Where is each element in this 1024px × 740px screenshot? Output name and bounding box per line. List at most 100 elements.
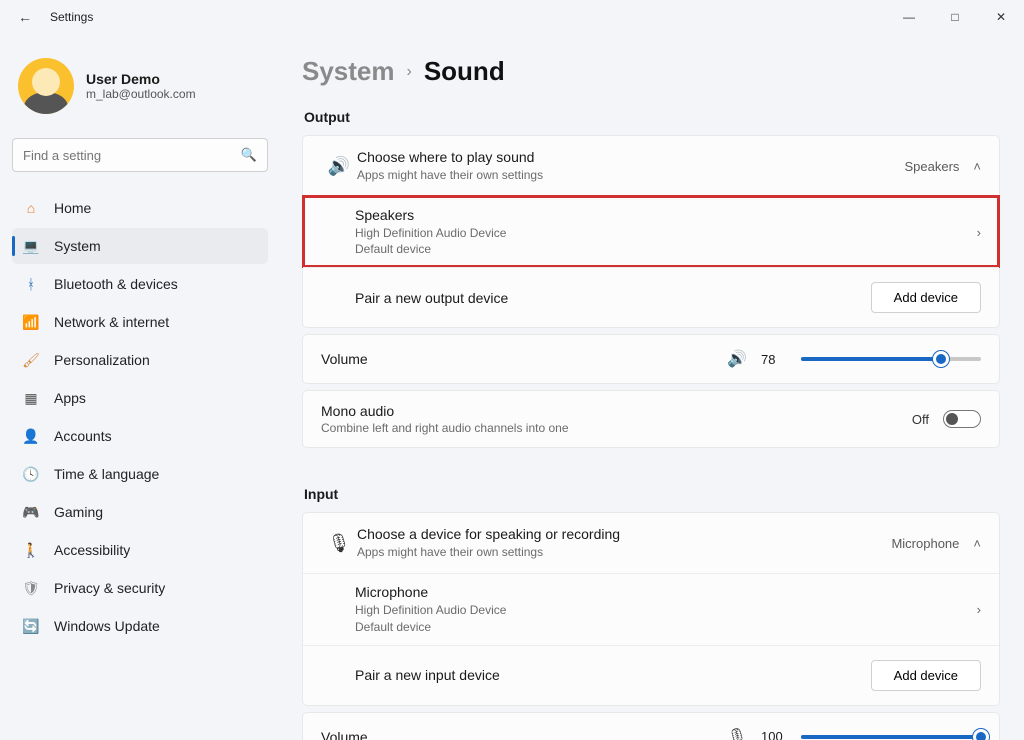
sidebar-item-system[interactable]: 💻 System [12, 228, 268, 264]
output-volume-slider[interactable] [801, 357, 981, 361]
row-sub: Combine left and right audio channels in… [321, 421, 898, 435]
user-profile[interactable]: User Demo m_lab@outlook.com [12, 52, 268, 120]
chevron-right-icon: › [977, 602, 981, 617]
input-current-value: Microphone [891, 536, 959, 551]
input-card: 🎙 Choose a device for speaking or record… [302, 512, 1000, 705]
breadcrumb-parent[interactable]: System [302, 56, 395, 87]
nav-label: Bluetooth & devices [54, 276, 178, 292]
person-icon: 👤 [22, 428, 40, 445]
system-icon: 💻 [22, 238, 40, 255]
sidebar-item-time-language[interactable]: 🕓 Time & language [12, 456, 268, 492]
nav-label: Privacy & security [54, 580, 165, 596]
window-title: Settings [50, 10, 93, 24]
sidebar-item-network[interactable]: 📶 Network & internet [12, 304, 268, 340]
nav-label: Windows Update [54, 618, 160, 634]
user-name: User Demo [86, 71, 196, 87]
nav-label: Accessibility [54, 542, 130, 558]
pair-output-row: Pair a new output device Add device [303, 267, 999, 327]
maximize-button[interactable]: □ [932, 0, 978, 34]
titlebar: ← Settings — □ ✕ [0, 0, 1024, 34]
speaker-icon: 🔊 [321, 156, 357, 177]
output-card: 🔊 Choose where to play sound Apps might … [302, 135, 1000, 328]
sidebar-item-bluetooth[interactable]: ᚼ Bluetooth & devices [12, 266, 268, 302]
main-content: System › Sound Output 🔊 Choose where to … [280, 34, 1024, 740]
speakers-device-row[interactable]: Speakers High Definition Audio DeviceDef… [303, 196, 999, 267]
speaker-icon[interactable]: 🔊 [727, 349, 747, 369]
sidebar-item-accounts[interactable]: 👤 Accounts [12, 418, 268, 454]
minimize-button[interactable]: — [886, 0, 932, 34]
avatar [18, 58, 74, 114]
home-icon: ⌂ [22, 200, 40, 216]
shield-icon: 🛡 [22, 580, 40, 597]
row-title: Choose where to play sound [357, 149, 904, 165]
nav-label: Home [54, 200, 91, 216]
row-sub: High Definition Audio DeviceDefault devi… [355, 602, 977, 634]
breadcrumb: System › Sound [302, 56, 1000, 87]
row-title: Choose a device for speaking or recordin… [357, 526, 891, 542]
sidebar-item-home[interactable]: ⌂ Home [12, 190, 268, 226]
chevron-up-icon: ˄ [973, 536, 981, 551]
wifi-icon: 📶 [22, 314, 40, 331]
sidebar-item-windows-update[interactable]: 🔄Windows Update [12, 608, 268, 644]
output-volume-card: Volume 🔊 78 [302, 334, 1000, 384]
close-button[interactable]: ✕ [978, 0, 1024, 34]
row-title: Pair a new input device [355, 667, 871, 683]
chevron-up-icon: ˄ [973, 159, 981, 174]
volume-label: Volume [321, 729, 713, 740]
sidebar-item-personalization[interactable]: 🖌 Personalization [12, 342, 268, 378]
chevron-right-icon: › [977, 225, 981, 240]
row-sub: High Definition Audio DeviceDefault devi… [355, 225, 977, 257]
nav-label: System [54, 238, 101, 254]
add-output-device-button[interactable]: Add device [871, 282, 981, 313]
back-button[interactable]: ← [10, 9, 40, 25]
toggle-state-label: Off [912, 412, 929, 427]
mono-audio-toggle[interactable] [943, 410, 981, 428]
row-title: Pair a new output device [355, 290, 871, 306]
volume-label: Volume [321, 351, 713, 367]
search-input[interactable] [23, 148, 241, 163]
choose-input-row[interactable]: 🎙 Choose a device for speaking or record… [303, 513, 999, 573]
brush-icon: 🖌 [22, 352, 40, 369]
page-title: Sound [424, 56, 505, 87]
search-box[interactable]: 🔍 [12, 138, 268, 172]
microphone-icon[interactable]: 🎙 [727, 727, 747, 740]
mono-audio-row: Mono audio Combine left and right audio … [303, 391, 999, 447]
row-title: Speakers [355, 207, 977, 223]
volume-value: 100 [761, 729, 787, 740]
row-title: Mono audio [321, 403, 898, 419]
sidebar: User Demo m_lab@outlook.com 🔍 ⌂ Home 💻 Sys… [0, 34, 280, 740]
add-input-device-button[interactable]: Add device [871, 660, 981, 691]
microphone-device-row[interactable]: Microphone High Definition Audio DeviceD… [303, 573, 999, 644]
clock-icon: 🕓 [22, 466, 40, 483]
search-icon: 🔍 [241, 147, 257, 163]
choose-output-row[interactable]: 🔊 Choose where to play sound Apps might … [303, 136, 999, 196]
nav-label: Gaming [54, 504, 103, 520]
sidebar-item-apps[interactable]: ▦ Apps [12, 380, 268, 416]
gamepad-icon: 🎮 [22, 504, 40, 521]
nav-label: Time & language [54, 466, 159, 482]
input-volume-slider[interactable] [801, 735, 981, 739]
microphone-icon: 🎙 [321, 533, 357, 554]
apps-icon: ▦ [22, 390, 40, 407]
nav-label: Network & internet [54, 314, 169, 330]
row-sub: Apps might have their own settings [357, 167, 904, 183]
input-heading: Input [304, 486, 1000, 502]
accessibility-icon: 🚶 [22, 542, 40, 559]
pair-input-row: Pair a new input device Add device [303, 645, 999, 705]
nav-label: Personalization [54, 352, 150, 368]
sidebar-item-accessibility[interactable]: 🚶 Accessibility [12, 532, 268, 568]
input-volume-card: Volume 🎙 100 [302, 712, 1000, 740]
input-volume-row: Volume 🎙 100 [303, 713, 999, 740]
nav-label: Accounts [54, 428, 112, 444]
mono-audio-card: Mono audio Combine left and right audio … [302, 390, 1000, 448]
sidebar-item-privacy[interactable]: 🛡 Privacy & security [12, 570, 268, 606]
output-heading: Output [304, 109, 1000, 125]
output-volume-row: Volume 🔊 78 [303, 335, 999, 383]
bluetooth-icon: ᚼ [22, 276, 40, 292]
chevron-right-icon: › [407, 63, 412, 81]
user-email: m_lab@outlook.com [86, 87, 196, 101]
nav: ⌂ Home 💻 System ᚼ Bluetooth & devices 📶 Netw… [12, 190, 268, 644]
nav-label: Apps [54, 390, 86, 406]
row-title: Microphone [355, 584, 977, 600]
sidebar-item-gaming[interactable]: 🎮 Gaming [12, 494, 268, 530]
